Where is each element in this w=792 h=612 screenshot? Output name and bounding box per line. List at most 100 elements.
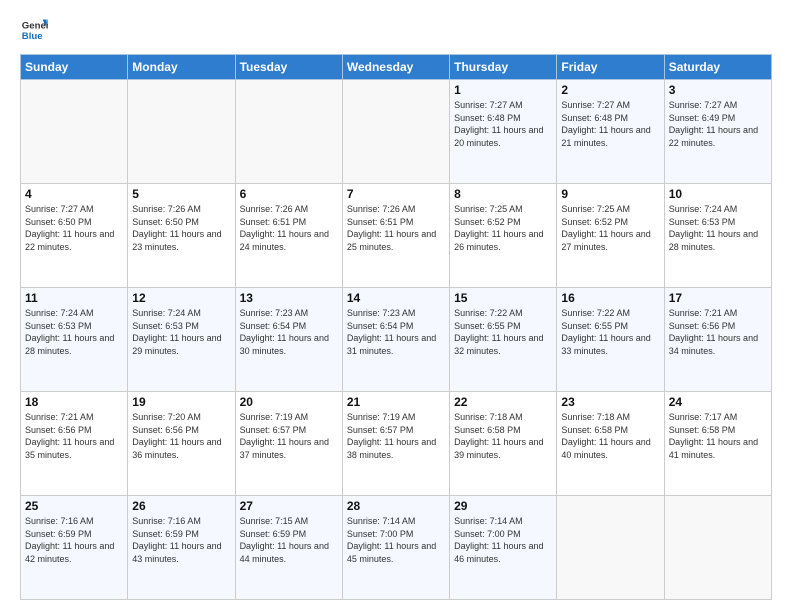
day-info: Sunrise: 7:27 AM Sunset: 6:48 PM Dayligh…	[561, 99, 659, 149]
calendar-week-row: 25 Sunrise: 7:16 AM Sunset: 6:59 PM Dayli…	[21, 496, 772, 600]
day-number: 1	[454, 83, 552, 97]
weekday-header: Monday	[128, 55, 235, 80]
calendar-cell: 12 Sunrise: 7:24 AM Sunset: 6:53 PM Dayli…	[128, 288, 235, 392]
day-info: Sunrise: 7:18 AM Sunset: 6:58 PM Dayligh…	[561, 411, 659, 461]
day-info: Sunrise: 7:21 AM Sunset: 6:56 PM Dayligh…	[669, 307, 767, 357]
day-number: 29	[454, 499, 552, 513]
day-number: 5	[132, 187, 230, 201]
day-number: 10	[669, 187, 767, 201]
logo: General Blue	[20, 16, 48, 44]
day-info: Sunrise: 7:18 AM Sunset: 6:58 PM Dayligh…	[454, 411, 552, 461]
weekday-header: Thursday	[450, 55, 557, 80]
calendar-week-row: 11 Sunrise: 7:24 AM Sunset: 6:53 PM Dayli…	[21, 288, 772, 392]
calendar-cell: 29Sunrise: 7:14 AM Sunset: 7:00 PM Dayli…	[450, 496, 557, 600]
day-number: 19	[132, 395, 230, 409]
day-info: Sunrise: 7:27 AM Sunset: 6:49 PM Dayligh…	[669, 99, 767, 149]
day-number: 16	[561, 291, 659, 305]
calendar-cell: 18 Sunrise: 7:21 AM Sunset: 6:56 PM Dayli…	[21, 392, 128, 496]
day-number: 24	[669, 395, 767, 409]
calendar-cell: 23Sunrise: 7:18 AM Sunset: 6:58 PM Dayli…	[557, 392, 664, 496]
calendar-week-row: 1 Sunrise: 7:27 AM Sunset: 6:48 PM Daylig…	[21, 80, 772, 184]
day-number: 17	[669, 291, 767, 305]
svg-text:Blue: Blue	[22, 31, 43, 42]
calendar-cell	[21, 80, 128, 184]
day-number: 27	[240, 499, 338, 513]
day-info: Sunrise: 7:27 AM Sunset: 6:48 PM Dayligh…	[454, 99, 552, 149]
calendar-cell: 9 Sunrise: 7:25 AM Sunset: 6:52 PM Daylig…	[557, 184, 664, 288]
calendar-header-row: SundayMondayTuesdayWednesdayThursdayFrid…	[21, 55, 772, 80]
day-number: 26	[132, 499, 230, 513]
day-info: Sunrise: 7:20 AM Sunset: 6:56 PM Dayligh…	[132, 411, 230, 461]
calendar-cell: 13 Sunrise: 7:23 AM Sunset: 6:54 PM Dayli…	[235, 288, 342, 392]
weekday-header: Wednesday	[342, 55, 449, 80]
calendar-cell: 5 Sunrise: 7:26 AM Sunset: 6:50 PM Daylig…	[128, 184, 235, 288]
calendar-cell: 1 Sunrise: 7:27 AM Sunset: 6:48 PM Daylig…	[450, 80, 557, 184]
calendar-cell: 22 Sunrise: 7:18 AM Sunset: 6:58 PM Dayli…	[450, 392, 557, 496]
calendar-week-row: 4 Sunrise: 7:27 AM Sunset: 6:50 PM Daylig…	[21, 184, 772, 288]
day-info: Sunrise: 7:27 AM Sunset: 6:50 PM Dayligh…	[25, 203, 123, 253]
day-info: Sunrise: 7:26 AM Sunset: 6:51 PM Dayligh…	[240, 203, 338, 253]
day-info: Sunrise: 7:24 AM Sunset: 6:53 PM Dayligh…	[669, 203, 767, 253]
day-number: 11	[25, 291, 123, 305]
day-number: 18	[25, 395, 123, 409]
day-number: 6	[240, 187, 338, 201]
day-info: Sunrise: 7:15 AM Sunset: 6:59 PM Dayligh…	[240, 515, 338, 565]
day-number: 15	[454, 291, 552, 305]
calendar-cell: 19 Sunrise: 7:20 AM Sunset: 6:56 PM Dayli…	[128, 392, 235, 496]
day-number: 28	[347, 499, 445, 513]
calendar-cell: 4 Sunrise: 7:27 AM Sunset: 6:50 PM Daylig…	[21, 184, 128, 288]
calendar-cell: 21 Sunrise: 7:19 AM Sunset: 6:57 PM Dayli…	[342, 392, 449, 496]
day-info: Sunrise: 7:26 AM Sunset: 6:50 PM Dayligh…	[132, 203, 230, 253]
calendar-cell: 25 Sunrise: 7:16 AM Sunset: 6:59 PM Dayli…	[21, 496, 128, 600]
day-info: Sunrise: 7:21 AM Sunset: 6:56 PM Dayligh…	[25, 411, 123, 461]
calendar-cell: 2 Sunrise: 7:27 AM Sunset: 6:48 PM Daylig…	[557, 80, 664, 184]
calendar-cell: 6 Sunrise: 7:26 AM Sunset: 6:51 PM Daylig…	[235, 184, 342, 288]
weekday-header: Saturday	[664, 55, 771, 80]
day-number: 13	[240, 291, 338, 305]
calendar-cell: 20Sunrise: 7:19 AM Sunset: 6:57 PM Dayli…	[235, 392, 342, 496]
day-number: 14	[347, 291, 445, 305]
calendar-week-row: 18 Sunrise: 7:21 AM Sunset: 6:56 PM Dayli…	[21, 392, 772, 496]
day-number: 8	[454, 187, 552, 201]
calendar-cell	[664, 496, 771, 600]
day-info: Sunrise: 7:25 AM Sunset: 6:52 PM Dayligh…	[561, 203, 659, 253]
calendar-table: SundayMondayTuesdayWednesdayThursdayFrid…	[20, 54, 772, 600]
calendar-cell: 17 Sunrise: 7:21 AM Sunset: 6:56 PM Dayli…	[664, 288, 771, 392]
day-info: Sunrise: 7:16 AM Sunset: 6:59 PM Dayligh…	[25, 515, 123, 565]
day-info: Sunrise: 7:24 AM Sunset: 6:53 PM Dayligh…	[25, 307, 123, 357]
day-number: 3	[669, 83, 767, 97]
day-number: 2	[561, 83, 659, 97]
weekday-header: Tuesday	[235, 55, 342, 80]
day-info: Sunrise: 7:22 AM Sunset: 6:55 PM Dayligh…	[561, 307, 659, 357]
day-info: Sunrise: 7:19 AM Sunset: 6:57 PM Dayligh…	[240, 411, 338, 461]
day-number: 7	[347, 187, 445, 201]
day-info: Sunrise: 7:24 AM Sunset: 6:53 PM Dayligh…	[132, 307, 230, 357]
weekday-header: Friday	[557, 55, 664, 80]
day-number: 9	[561, 187, 659, 201]
calendar-cell: 16 Sunrise: 7:22 AM Sunset: 6:55 PM Dayli…	[557, 288, 664, 392]
calendar-cell	[128, 80, 235, 184]
day-number: 21	[347, 395, 445, 409]
day-info: Sunrise: 7:19 AM Sunset: 6:57 PM Dayligh…	[347, 411, 445, 461]
day-number: 12	[132, 291, 230, 305]
day-info: Sunrise: 7:17 AM Sunset: 6:58 PM Dayligh…	[669, 411, 767, 461]
logo-icon: General Blue	[20, 16, 48, 44]
calendar-cell: 3 Sunrise: 7:27 AM Sunset: 6:49 PM Daylig…	[664, 80, 771, 184]
day-number: 4	[25, 187, 123, 201]
day-info: Sunrise: 7:23 AM Sunset: 6:54 PM Dayligh…	[240, 307, 338, 357]
day-info: Sunrise: 7:22 AM Sunset: 6:55 PM Dayligh…	[454, 307, 552, 357]
calendar-cell: 26 Sunrise: 7:16 AM Sunset: 6:59 PM Dayli…	[128, 496, 235, 600]
day-number: 25	[25, 499, 123, 513]
day-info: Sunrise: 7:23 AM Sunset: 6:54 PM Dayligh…	[347, 307, 445, 357]
calendar-cell: 14 Sunrise: 7:23 AM Sunset: 6:54 PM Dayli…	[342, 288, 449, 392]
calendar-cell	[235, 80, 342, 184]
day-number: 22	[454, 395, 552, 409]
calendar-cell: 24 Sunrise: 7:17 AM Sunset: 6:58 PM Dayli…	[664, 392, 771, 496]
day-info: Sunrise: 7:16 AM Sunset: 6:59 PM Dayligh…	[132, 515, 230, 565]
day-info: Sunrise: 7:26 AM Sunset: 6:51 PM Dayligh…	[347, 203, 445, 253]
page-header: General Blue	[20, 16, 772, 44]
calendar-cell	[557, 496, 664, 600]
day-info: Sunrise: 7:14 AM Sunset: 7:00 PM Dayligh…	[347, 515, 445, 565]
calendar-cell: 10 Sunrise: 7:24 AM Sunset: 6:53 PM Dayli…	[664, 184, 771, 288]
day-info: Sunrise: 7:25 AM Sunset: 6:52 PM Dayligh…	[454, 203, 552, 253]
